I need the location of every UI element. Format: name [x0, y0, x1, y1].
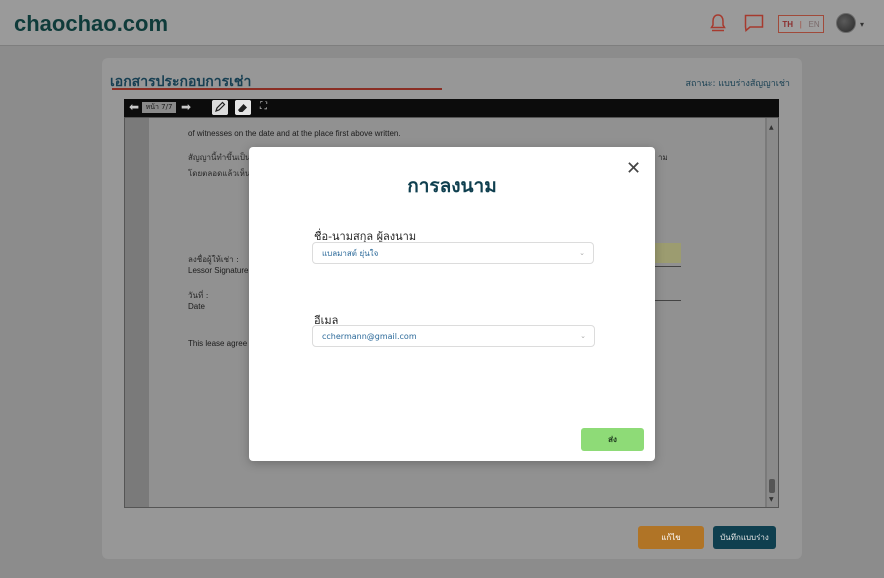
status-badge: สถานะ: แบบร่างสัญญาเช่า [685, 79, 790, 89]
next-page-icon[interactable]: ➡ [181, 100, 191, 114]
bell-icon[interactable] [710, 14, 726, 32]
avatar[interactable] [836, 13, 856, 33]
viewer-scrollbar[interactable] [767, 118, 778, 507]
app-logo[interactable]: chaochao.com [14, 11, 168, 37]
chevron-down-icon[interactable]: ▾ [860, 20, 864, 29]
app-header: chaochao.com TH | EN ▾ [0, 0, 884, 46]
signature-line [655, 266, 681, 267]
eraser-tool-icon[interactable] [235, 100, 251, 115]
lang-th-option[interactable]: TH [782, 20, 793, 29]
modal-title: การลงนาม [407, 175, 497, 197]
save-draft-button[interactable]: บันทึกแบบร่าง [713, 526, 776, 549]
scroll-down-icon[interactable]: ▼ [769, 496, 774, 503]
date-label: วันที่ : [188, 291, 209, 300]
lessor-label: ลงชื่อผู้ให้เช่า : [188, 255, 239, 264]
chevron-down-icon: ⌄ [579, 249, 585, 257]
doc-line: โดยตลอดแล้วเห็น [188, 169, 251, 178]
lang-en-option[interactable]: EN [809, 20, 820, 29]
email-select[interactable]: cchermann@gmail.com ⌄ [312, 325, 595, 347]
scroll-thumb[interactable] [769, 479, 775, 493]
chevron-down-icon: ⌄ [580, 332, 586, 340]
page-indicator: หน้า 7/7 [142, 102, 176, 113]
doc-line: This lease agree [188, 339, 248, 348]
send-button[interactable]: ส่ง [581, 428, 644, 451]
doc-line: าม [658, 153, 668, 162]
doc-line: of witnesses on the date and at the plac… [188, 129, 401, 138]
language-switch[interactable]: TH | EN [778, 15, 824, 33]
chat-icon[interactable] [744, 14, 764, 32]
signer-name-value: แบลมาสต์ ยุ่นใจ [322, 248, 379, 258]
signer-name-select[interactable]: แบลมาสต์ ยุ่นใจ ⌄ [312, 242, 594, 264]
date-label-en: Date [188, 302, 205, 311]
lessor-label-en: Lessor Signature [188, 266, 249, 275]
pen-tool-icon[interactable] [212, 100, 228, 115]
scroll-up-icon[interactable]: ▲ [769, 124, 774, 131]
signature-highlight [655, 243, 681, 263]
expand-icon[interactable]: ⛶ [260, 101, 267, 112]
doc-line: สัญญานี้ทำขึ้นเป็น [188, 153, 251, 162]
email-value: cchermann@gmail.com [322, 331, 417, 341]
lang-separator: | [799, 19, 802, 29]
date-line [655, 300, 681, 301]
edit-button[interactable]: แก้ไข [638, 526, 704, 549]
title-underline [112, 88, 442, 90]
prev-page-icon[interactable]: ⬅ [129, 100, 139, 114]
